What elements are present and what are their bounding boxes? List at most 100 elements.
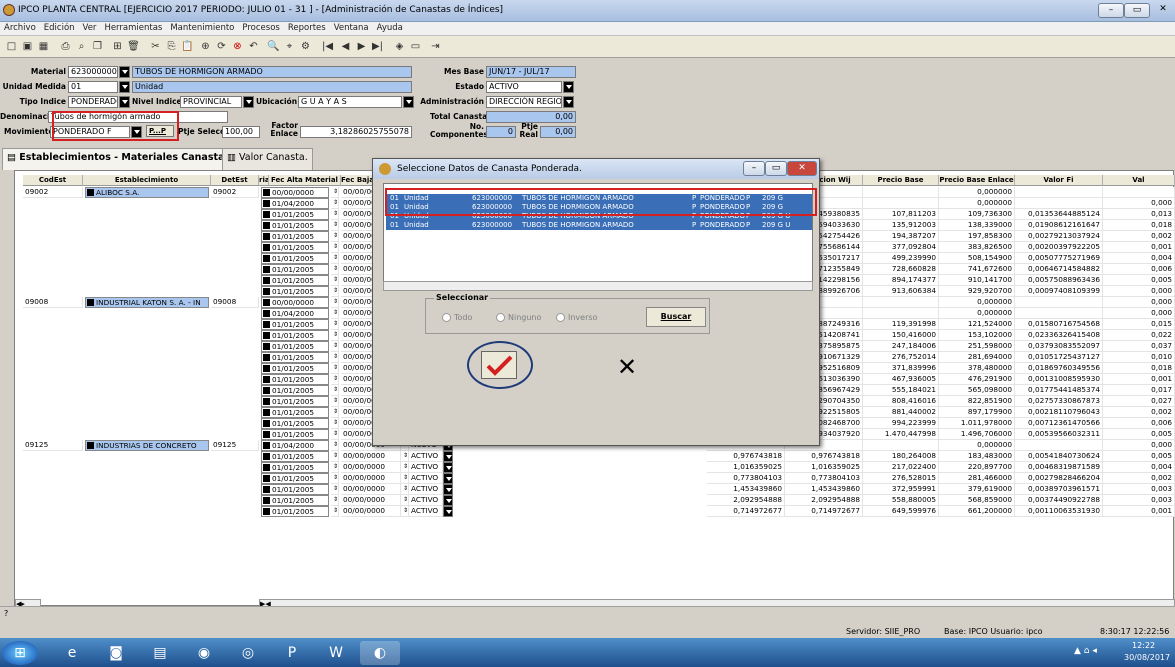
cell-fec-baja[interactable]: 00/00/0000 — [341, 462, 401, 473]
tipo-field[interactable]: PONDERADO — [68, 96, 118, 108]
spin-icon[interactable]: ⇕ — [331, 319, 339, 330]
spin-icon[interactable]: ⇕ — [331, 451, 339, 462]
powerpoint-icon[interactable]: P — [272, 641, 312, 665]
cell-fec-alta[interactable]: 01/01/2005 — [261, 418, 329, 429]
prev-record-icon[interactable]: ◀ — [338, 39, 353, 54]
cell-fec-baja[interactable]: 00/00/0000 — [341, 451, 401, 462]
spin-icon[interactable]: ⇕ — [331, 440, 339, 451]
col-header-rial[interactable]: rial — [259, 175, 269, 186]
cell-fec-alta[interactable]: 01/01/2005 — [261, 451, 329, 462]
administracion-field[interactable]: DIRECCIÓN REGIO — [486, 96, 562, 108]
cell-fec-baja[interactable]: 00/00/0000 — [341, 484, 401, 495]
cancel-icon[interactable]: ⊗ — [230, 39, 245, 54]
cell-fec-alta[interactable]: 01/01/2005 — [261, 385, 329, 396]
dialog-row[interactable]: 01 Unidad 623000000 TUBOS DE HORMIGON ARMAD… — [386, 221, 812, 230]
spin-icon[interactable]: ⇕ — [331, 341, 339, 352]
cell-fec-alta[interactable]: 01/01/2005 — [261, 341, 329, 352]
cell-fec-alta[interactable]: 01/01/2005 — [261, 352, 329, 363]
cell-fec-alta[interactable]: 01/04/2000 — [261, 198, 329, 209]
add-icon[interactable]: ⊕ — [198, 39, 213, 54]
cell-codest[interactable]: 09002 — [23, 187, 83, 198]
spin-icon[interactable]: ⇕ — [331, 231, 339, 242]
dialog-maximize-button[interactable]: ▭ — [765, 161, 787, 176]
print-icon[interactable]: ⎙ — [58, 39, 73, 54]
cell-fec-alta[interactable]: 01/01/2005 — [261, 231, 329, 242]
menu-ver[interactable]: Ver — [79, 22, 101, 34]
menu-edicion[interactable]: Edición — [40, 22, 79, 34]
maximize-button[interactable]: ▭ — [1124, 3, 1150, 18]
table-row[interactable]: 01/01/2005 ⇕ 00/00/0000 ⇕ ACTIVO 1,016359025 1… — [15, 462, 1175, 473]
dialog-close-button[interactable]: ✕ — [787, 161, 817, 176]
spin-icon[interactable]: ⇕ — [401, 484, 409, 495]
col-header-codest[interactable]: CodEst — [23, 175, 83, 186]
ie-icon[interactable]: e — [52, 641, 92, 665]
cell-fec-alta[interactable]: 01/01/2005 — [261, 209, 329, 220]
menu-ayuda[interactable]: Ayuda — [373, 22, 407, 34]
ubicacion-dropdown-icon[interactable] — [403, 96, 414, 108]
estado-dropdown-icon[interactable] — [443, 506, 453, 517]
estado-dropdown-icon[interactable] — [443, 495, 453, 506]
word-icon[interactable]: W — [316, 641, 356, 665]
clock-time[interactable]: 12:22 — [1132, 641, 1155, 650]
next-record-icon[interactable]: ▶ — [354, 39, 369, 54]
spin-icon[interactable]: ⇕ — [331, 506, 339, 517]
spin-icon[interactable]: ⇕ — [331, 495, 339, 506]
spin-icon[interactable]: ⇕ — [401, 495, 409, 506]
spin-icon[interactable]: ⇕ — [331, 484, 339, 495]
refresh-icon[interactable]: ⟳ — [214, 39, 229, 54]
cell-fec-alta[interactable]: 01/01/2005 — [261, 242, 329, 253]
menu-procesos[interactable]: Procesos — [238, 22, 283, 34]
spin-icon[interactable]: ⇕ — [401, 506, 409, 517]
spin-icon[interactable]: ⇕ — [331, 352, 339, 363]
table-row[interactable]: 01/01/2005 ⇕ 00/00/0000 ⇕ ACTIVO 0,976743818 0… — [15, 451, 1175, 462]
col-header-precio-enlace[interactable]: Precio Base Enlace — [939, 175, 1015, 186]
cell-fec-alta[interactable]: 01/01/2005 — [261, 275, 329, 286]
cell-fec-alta[interactable]: 01/01/2005 — [261, 484, 329, 495]
cell-fec-alta[interactable]: 01/01/2005 — [261, 330, 329, 341]
nivel-dropdown-icon[interactable] — [243, 96, 254, 108]
find-replace-icon[interactable]: ⌖ — [282, 39, 297, 54]
buscar-button[interactable]: Buscar — [646, 307, 706, 327]
cell-estado[interactable]: ACTIVO — [409, 451, 443, 462]
clock-date[interactable]: 30/08/2017 — [1124, 653, 1170, 662]
cell-estado[interactable]: ACTIVO — [409, 462, 443, 473]
spin-icon[interactable]: ⇕ — [401, 451, 409, 462]
last-record-icon[interactable]: ▶| — [370, 39, 385, 54]
spin-icon[interactable]: ⇕ — [331, 308, 339, 319]
cell-fec-alta[interactable]: 01/01/2005 — [261, 473, 329, 484]
table-row[interactable]: 01/01/2005 ⇕ 00/00/0000 ⇕ ACTIVO 2,092954888 2… — [15, 495, 1175, 506]
menu-herramientas[interactable]: Herramientas — [100, 22, 166, 34]
find-icon[interactable]: 🔍 — [266, 39, 281, 54]
cell-fec-alta[interactable]: 01/01/2005 — [261, 462, 329, 473]
spin-icon[interactable]: ⇕ — [331, 297, 339, 308]
material-code-field[interactable]: 623000000 — [68, 66, 118, 78]
accept-button[interactable] — [481, 351, 517, 379]
factor-enlace-field[interactable]: 3,18286025755078 — [300, 126, 412, 138]
ipco-app-icon[interactable]: ◐ — [360, 641, 400, 665]
cell-fec-baja[interactable]: 00/00/0000 — [341, 506, 401, 517]
nivel-field[interactable]: PROVINCIAL — [180, 96, 242, 108]
cell-fec-alta[interactable]: 01/04/2000 — [261, 308, 329, 319]
spin-icon[interactable]: ⇕ — [331, 198, 339, 209]
table-row[interactable]: 01/01/2005 ⇕ 00/00/0000 ⇕ ACTIVO 1,453439860 1… — [15, 484, 1175, 495]
spin-icon[interactable]: ⇕ — [331, 330, 339, 341]
save-icon[interactable]: ▣ — [20, 39, 35, 54]
paste-icon[interactable]: 📋 — [180, 39, 195, 54]
cell-fec-baja[interactable]: 00/00/0000 — [341, 495, 401, 506]
spin-icon[interactable]: ⇕ — [331, 385, 339, 396]
radio-ninguno[interactable]: Ninguno — [496, 313, 541, 322]
cell-fec-alta[interactable]: 01/01/2005 — [261, 220, 329, 231]
spin-icon[interactable]: ⇕ — [331, 429, 339, 440]
tools-icon[interactable]: ◈ — [392, 39, 407, 54]
delete-icon[interactable]: 🗑 — [126, 39, 141, 54]
cut-icon[interactable]: ✂ — [148, 39, 163, 54]
spin-icon[interactable]: ⇕ — [331, 253, 339, 264]
cell-fec-alta[interactable]: 01/01/2005 — [261, 363, 329, 374]
cell-codest[interactable]: 09008 — [23, 297, 83, 308]
close-button[interactable]: ✕ — [1150, 3, 1175, 18]
cell-fec-alta[interactable]: 01/01/2005 — [261, 407, 329, 418]
cell-fec-alta[interactable]: 01/01/2005 — [261, 253, 329, 264]
tray-icons[interactable]: ▲ ⌂ ◂ — [1074, 646, 1097, 656]
cell-establecimiento[interactable]: ALIBOC S.A. — [85, 187, 209, 198]
spin-icon[interactable]: ⇕ — [331, 473, 339, 484]
